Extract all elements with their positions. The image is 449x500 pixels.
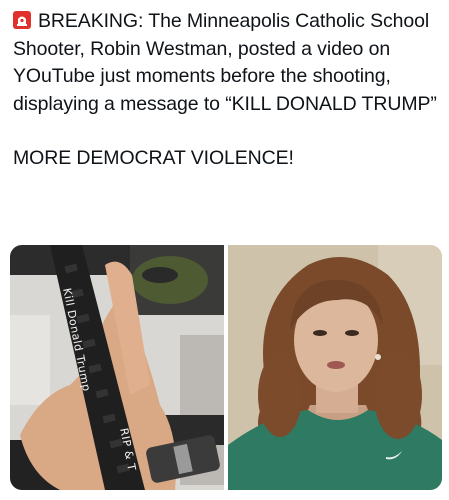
rifle-photo xyxy=(10,245,224,490)
media-grid[interactable]: Kill Donald Trump RIP & T xyxy=(10,245,442,490)
person-photo xyxy=(228,245,442,490)
police-siren-icon xyxy=(13,10,31,29)
media-image-person[interactable] xyxy=(228,245,442,490)
media-image-rifle[interactable]: Kill Donald Trump RIP & T xyxy=(10,245,224,490)
post-paragraph-2: MORE DEMOCRAT VIOLENCE! xyxy=(13,147,294,169)
post-paragraph-1: BREAKING: The Minneapolis Catholic Schoo… xyxy=(13,8,443,118)
post-text: BREAKING: The Minneapolis Catholic Schoo… xyxy=(13,8,443,173)
post: BREAKING: The Minneapolis Catholic Schoo… xyxy=(0,0,449,500)
post-paragraph-1-text: BREAKING: The Minneapolis Catholic Schoo… xyxy=(13,10,437,115)
